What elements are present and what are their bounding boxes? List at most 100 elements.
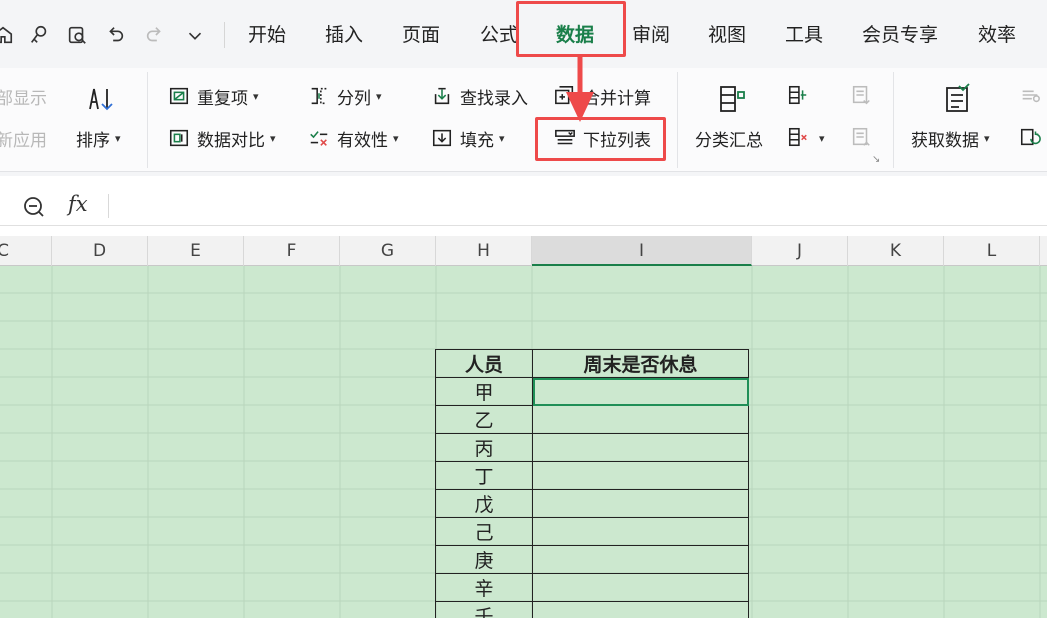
table-row: 壬 — [435, 601, 749, 618]
chevron-down-icon: ▾ — [270, 131, 276, 145]
subtotal-button[interactable]: 分类汇总 — [695, 124, 763, 152]
group-icon[interactable] — [785, 82, 811, 108]
person-cell[interactable]: 乙 — [435, 405, 533, 434]
rest-cell[interactable] — [532, 489, 749, 518]
undo-icon[interactable] — [102, 22, 128, 48]
expand-corner-icon[interactable]: ↘ — [872, 154, 880, 165]
split-label: 分列 — [337, 88, 371, 109]
person-cell[interactable]: 壬 — [435, 601, 533, 618]
duplicates-label: 重复项 — [197, 88, 248, 109]
tab-start[interactable]: 开始 — [248, 22, 286, 48]
rest-cell[interactable] — [532, 573, 749, 602]
sort-button[interactable]: 排序 ▾ — [76, 124, 121, 152]
lookup-entry-label: 查找录入 — [460, 88, 528, 109]
subtotal-icon[interactable] — [715, 82, 749, 116]
dropdown-list-button[interactable]: 下拉列表 — [553, 124, 651, 152]
rest-cell[interactable] — [532, 405, 749, 434]
column-header-e[interactable]: E — [148, 236, 244, 266]
validity-button[interactable]: 有效性 ▾ — [307, 124, 399, 152]
chevron-down-icon: ▾ — [819, 131, 825, 145]
person-cell[interactable]: 丁 — [435, 461, 533, 490]
header-person[interactable]: 人员 — [435, 349, 533, 378]
lookup-entry-button[interactable]: 查找录入 — [430, 82, 528, 110]
get-data-button[interactable]: 获取数据 ▾ — [911, 124, 990, 152]
column-header-k[interactable]: K — [848, 236, 944, 266]
menu-bar: 开始 插入 页面 公式 数据 审阅 视图 工具 会员专享 效率 — [0, 0, 1047, 68]
home-icon[interactable] — [0, 22, 16, 48]
tab-data[interactable]: 数据 — [556, 22, 594, 48]
ungroup-icon[interactable] — [785, 124, 811, 150]
column-header-j[interactable]: J — [752, 236, 848, 266]
dropdown-list-icon — [553, 126, 577, 150]
show-all-button[interactable]: 部显示 — [0, 82, 47, 110]
hide-detail-icon[interactable] — [848, 124, 874, 150]
person-cell[interactable]: 丙 — [435, 433, 533, 462]
fx-icon[interactable]: fx — [68, 192, 88, 216]
sheet-grid[interactable]: 人员 周末是否休息 甲乙丙丁戊己庚辛壬 — [0, 266, 1047, 618]
column-header-h[interactable]: H — [436, 236, 532, 266]
rest-cell[interactable] — [532, 545, 749, 574]
column-header-f[interactable]: F — [244, 236, 340, 266]
ungroup-dropdown[interactable]: ▾ — [814, 124, 825, 152]
sort-label: 排序 — [76, 130, 110, 151]
active-cell[interactable] — [532, 377, 749, 406]
duplicates-button[interactable]: 重复项 ▾ — [167, 82, 259, 110]
tab-member[interactable]: 会员专享 — [862, 22, 938, 48]
split-icon — [307, 84, 331, 108]
group-separator — [147, 72, 148, 168]
tab-efficiency[interactable]: 效率 — [978, 22, 1016, 48]
header-weekend-rest[interactable]: 周末是否休息 — [532, 349, 749, 378]
formula-bar: fx — [0, 186, 1047, 226]
rest-cell[interactable] — [532, 517, 749, 546]
refresh-icon[interactable] — [1017, 124, 1043, 150]
print-preview-icon[interactable] — [64, 22, 90, 48]
ribbon: 部显示 新应用 排序 ▾ 重复项 ▾ 数据对比 ▾ 分列 ▾ 有效性 ▾ 查找录… — [0, 68, 1047, 176]
tab-tools[interactable]: 工具 — [785, 22, 823, 48]
rest-cell[interactable] — [532, 433, 749, 462]
column-header-i[interactable]: I — [532, 236, 752, 266]
sort-icon[interactable] — [84, 82, 118, 116]
tab-view[interactable]: 视图 — [708, 22, 746, 48]
fill-button[interactable]: 填充 ▾ — [430, 124, 505, 152]
zoom-out-icon[interactable] — [22, 195, 46, 219]
person-cell[interactable]: 辛 — [435, 573, 533, 602]
table-row: 己 — [435, 517, 749, 546]
group-separator — [677, 72, 678, 168]
reapply-button[interactable]: 新应用 — [0, 124, 47, 152]
validity-label: 有效性 — [337, 130, 388, 151]
table-row: 甲 — [435, 377, 749, 406]
ribbon-panel: 部显示 新应用 排序 ▾ 重复项 ▾ 数据对比 ▾ 分列 ▾ 有效性 ▾ 查找录… — [0, 68, 1047, 172]
tab-insert[interactable]: 插入 — [325, 22, 363, 48]
connections-icon[interactable] — [1017, 82, 1043, 108]
redo-icon[interactable] — [142, 22, 168, 48]
column-header-c[interactable]: C — [0, 236, 52, 266]
compare-icon — [167, 126, 191, 150]
show-detail-icon[interactable] — [848, 82, 874, 108]
table-row: 辛 — [435, 573, 749, 602]
rest-cell[interactable] — [532, 601, 749, 618]
tab-review[interactable]: 审阅 — [632, 22, 670, 48]
get-data-icon[interactable] — [940, 82, 974, 116]
compare-label: 数据对比 — [197, 130, 265, 151]
formula-separator — [108, 194, 109, 218]
validity-icon — [307, 126, 331, 150]
table-row: 戊 — [435, 489, 749, 518]
tab-page[interactable]: 页面 — [402, 22, 440, 48]
split-button[interactable]: 分列 ▾ — [307, 82, 382, 110]
chevron-down-icon: ▾ — [984, 131, 990, 145]
person-cell[interactable]: 庚 — [435, 545, 533, 574]
person-cell[interactable]: 戊 — [435, 489, 533, 518]
chevron-down-icon[interactable] — [182, 22, 208, 48]
person-cell[interactable]: 己 — [435, 517, 533, 546]
column-header-g[interactable]: G — [340, 236, 436, 266]
person-cell[interactable]: 甲 — [435, 377, 533, 406]
tab-formula[interactable]: 公式 — [480, 22, 518, 48]
rest-cell[interactable] — [532, 461, 749, 490]
compare-button[interactable]: 数据对比 ▾ — [167, 124, 276, 152]
column-header-l[interactable]: L — [944, 236, 1040, 266]
brush-icon[interactable] — [26, 22, 52, 48]
table-row: 丁 — [435, 461, 749, 490]
table-row: 乙 — [435, 405, 749, 434]
table-row: 丙 — [435, 433, 749, 462]
column-header-d[interactable]: D — [52, 236, 148, 266]
